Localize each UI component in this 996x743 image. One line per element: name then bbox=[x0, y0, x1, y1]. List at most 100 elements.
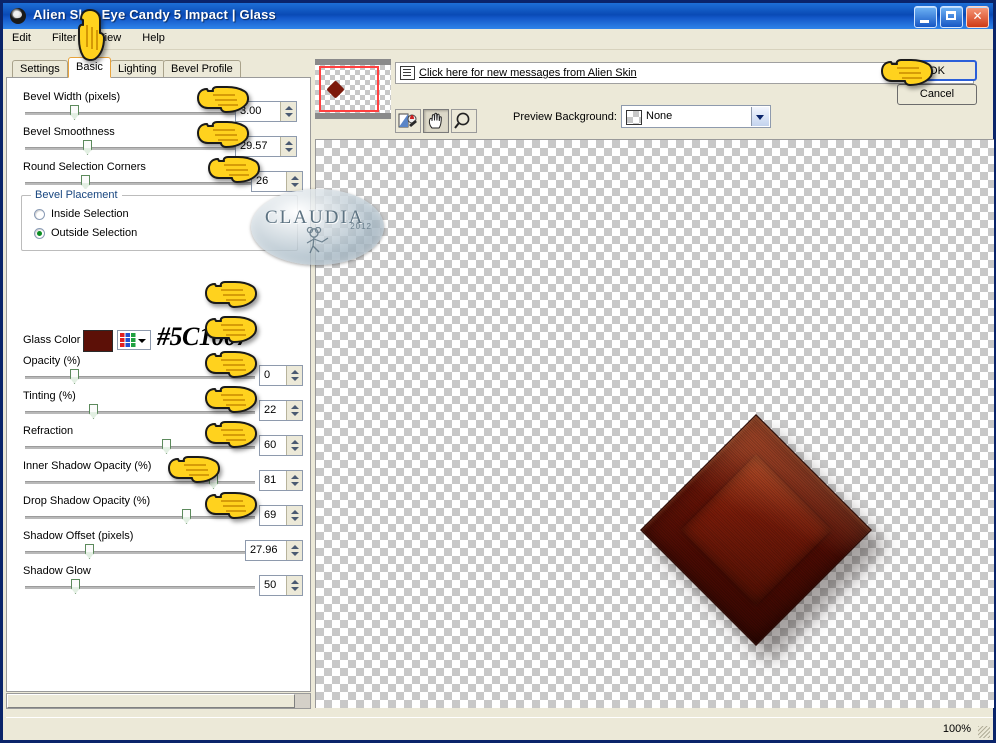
slider-thumb[interactable] bbox=[89, 404, 98, 419]
chevron-down-icon bbox=[138, 339, 146, 343]
slider-label: Opacity (%) bbox=[23, 355, 81, 367]
spinner-value: 69 bbox=[264, 509, 277, 521]
slider-thumb[interactable] bbox=[209, 474, 218, 489]
slider-row-refraction: Refraction 60 bbox=[7, 425, 310, 460]
menu-item-view[interactable]: View bbox=[89, 29, 131, 44]
window-title: Alien Skin Eye Candy 5 Impact | Glass bbox=[33, 7, 276, 22]
spinner-bevel-smoothness[interactable]: 29.57 bbox=[235, 136, 297, 157]
spinner-value: 81 bbox=[264, 474, 277, 486]
slider-row-opacity: Opacity (%) 0 bbox=[7, 355, 310, 390]
slider-track[interactable] bbox=[25, 147, 255, 150]
slider-label: Refraction bbox=[23, 425, 74, 437]
spinner-drop-shadow-opacity[interactable]: 69 bbox=[259, 505, 303, 526]
tab-settings[interactable]: Settings bbox=[12, 60, 68, 78]
slider-label: Inner Shadow Opacity (%) bbox=[23, 460, 152, 472]
slider-track[interactable] bbox=[25, 446, 255, 449]
slider-thumb[interactable] bbox=[83, 140, 92, 155]
spinner-round-selection-corners[interactable]: 26 bbox=[251, 171, 303, 192]
glass-color-palette-button[interactable] bbox=[117, 330, 151, 350]
spinner-arrows[interactable] bbox=[286, 172, 302, 191]
slider-thumb[interactable] bbox=[81, 175, 90, 190]
status-bar: 100% bbox=[6, 717, 993, 740]
maximize-button[interactable] bbox=[940, 6, 963, 28]
navigator-thumbnail[interactable] bbox=[315, 59, 391, 119]
spinner-arrows[interactable] bbox=[280, 137, 296, 156]
slider-track[interactable] bbox=[25, 516, 255, 519]
spinner-arrows[interactable] bbox=[286, 506, 302, 525]
glass-color-label: Glass Color bbox=[23, 334, 81, 346]
close-button[interactable]: ✕ bbox=[966, 6, 989, 28]
slider-track[interactable] bbox=[25, 586, 255, 589]
preview-canvas[interactable] bbox=[315, 139, 994, 708]
spinner-inner-shadow-opacity[interactable]: 81 bbox=[259, 470, 303, 491]
spinner-opacity[interactable]: 0 bbox=[259, 365, 303, 386]
slider-track[interactable] bbox=[25, 182, 255, 185]
slider-thumb[interactable] bbox=[70, 369, 79, 384]
alien-head-icon bbox=[10, 8, 26, 24]
spinner-arrows[interactable] bbox=[286, 436, 302, 455]
slider-label: Tinting (%) bbox=[23, 390, 76, 402]
slider-label: Bevel Width (pixels) bbox=[23, 91, 121, 103]
spinner-arrows[interactable] bbox=[286, 401, 302, 420]
resize-grip[interactable] bbox=[978, 726, 990, 738]
menu-item-edit[interactable]: Edit bbox=[3, 29, 40, 44]
slider-label: Drop Shadow Opacity (%) bbox=[23, 495, 151, 507]
glass-diamond-shape bbox=[640, 414, 872, 646]
group-title: Bevel Placement bbox=[31, 189, 122, 201]
menu-item-filter[interactable]: Filter bbox=[43, 29, 85, 44]
ok-button[interactable]: OK bbox=[897, 60, 977, 81]
color-compare-icon[interactable] bbox=[395, 109, 421, 133]
glass-color-hex-annotation: #5C1007 bbox=[157, 322, 249, 351]
window-controls: ✕ bbox=[914, 6, 989, 28]
spinner-value: 27.96 bbox=[250, 544, 278, 556]
slider-thumb[interactable] bbox=[71, 579, 80, 594]
slider-label: Shadow Glow bbox=[23, 565, 91, 577]
menu-item-help[interactable]: Help bbox=[133, 29, 174, 44]
message-bar[interactable]: Click here for new messages from Alien S… bbox=[395, 62, 974, 84]
checkerboard-swatch-icon bbox=[626, 110, 642, 125]
spinner-refraction[interactable]: 60 bbox=[259, 435, 303, 456]
slider-track[interactable] bbox=[25, 411, 255, 414]
slider-row-bevel-smoothness: Bevel Smoothness 29.57 bbox=[7, 126, 310, 161]
spinner-arrows[interactable] bbox=[280, 102, 296, 121]
navigator-viewport-rect[interactable] bbox=[319, 66, 379, 112]
color-grid-icon bbox=[120, 333, 136, 348]
slider-thumb[interactable] bbox=[85, 544, 94, 559]
spinner-value: 3.00 bbox=[240, 105, 262, 117]
tab-lighting[interactable]: Lighting bbox=[110, 60, 165, 78]
glass-color-swatch[interactable] bbox=[83, 330, 113, 352]
cancel-button[interactable]: Cancel bbox=[897, 84, 977, 105]
scrollbar-thumb[interactable] bbox=[7, 694, 295, 708]
hand-pan-icon[interactable] bbox=[423, 109, 449, 133]
watermark-year: 2012 bbox=[350, 222, 372, 231]
preview-background-select[interactable]: None bbox=[621, 105, 771, 128]
panel-horizontal-scrollbar[interactable] bbox=[6, 693, 311, 709]
message-icon bbox=[400, 66, 415, 80]
radio-label: Inside Selection bbox=[51, 208, 129, 220]
tab-basic[interactable]: Basic bbox=[68, 57, 111, 78]
spinner-arrows[interactable] bbox=[286, 471, 302, 490]
spinner-arrows[interactable] bbox=[286, 541, 302, 560]
tab-bar: Settings Basic Lighting Bevel Profile bbox=[6, 57, 311, 78]
slider-track[interactable] bbox=[25, 481, 255, 484]
slider-track[interactable] bbox=[25, 376, 255, 379]
slider-track[interactable] bbox=[25, 112, 255, 115]
slider-thumb[interactable] bbox=[182, 509, 191, 524]
spinner-shadow-glow[interactable]: 50 bbox=[259, 575, 303, 596]
spinner-shadow-offset[interactable]: 27.96 bbox=[245, 540, 303, 561]
chevron-down-icon[interactable] bbox=[751, 107, 769, 126]
slider-thumb[interactable] bbox=[70, 105, 79, 120]
spinner-bevel-width[interactable]: 3.00 bbox=[235, 101, 297, 122]
alien-skin-messages-link[interactable]: Click here for new messages from Alien S… bbox=[419, 67, 637, 79]
minimize-button[interactable] bbox=[914, 6, 937, 28]
slider-track[interactable] bbox=[25, 551, 255, 554]
tab-bevel-profile[interactable]: Bevel Profile bbox=[163, 60, 241, 78]
preview-background-label: Preview Background: bbox=[513, 111, 617, 123]
spinner-arrows[interactable] bbox=[286, 576, 302, 595]
spinner-arrows[interactable] bbox=[286, 366, 302, 385]
slider-row-drop-shadow-opacity: Drop Shadow Opacity (%) 69 bbox=[7, 495, 310, 530]
slider-thumb[interactable] bbox=[162, 439, 171, 454]
spinner-tinting[interactable]: 22 bbox=[259, 400, 303, 421]
spinner-value: 22 bbox=[264, 404, 277, 416]
magnifier-zoom-icon[interactable] bbox=[451, 109, 477, 133]
